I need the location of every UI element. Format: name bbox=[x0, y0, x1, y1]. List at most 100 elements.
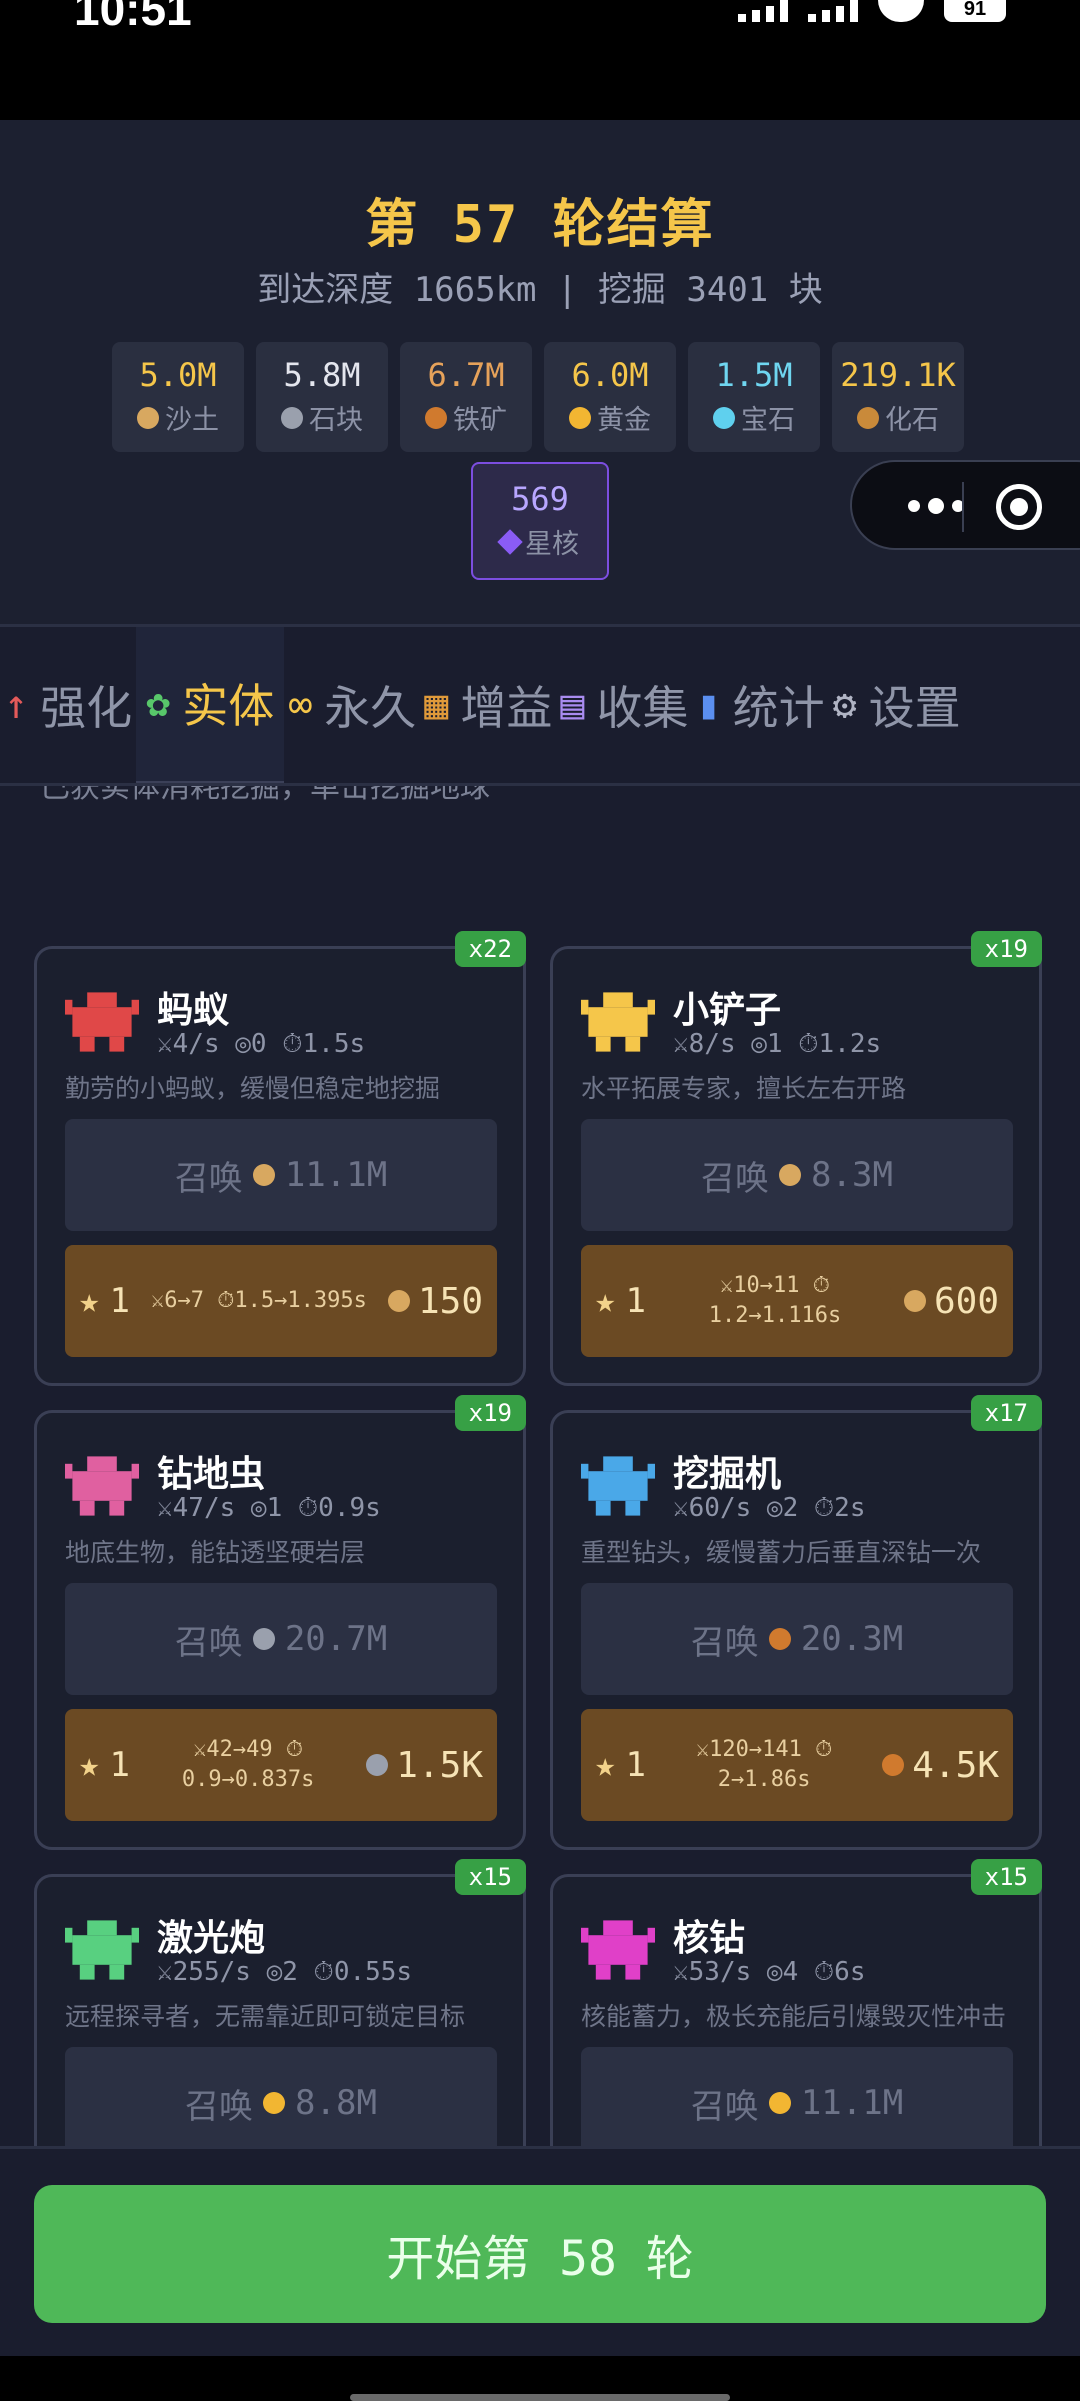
resource-icon bbox=[263, 2092, 286, 2114]
resource-1: 5.8M 石块 bbox=[256, 342, 388, 452]
footer: 开始第 58 轮 bbox=[0, 2146, 1080, 2356]
tab-1[interactable]: ✿ 实体 bbox=[136, 627, 285, 783]
infinity-icon: ∞ bbox=[288, 682, 313, 728]
signal-icon bbox=[738, 0, 788, 22]
entity-description: 重型钻头，缓慢蓄力后垂直深钻一次 bbox=[581, 1538, 982, 1567]
resource-icon bbox=[569, 406, 591, 429]
signal-2-icon bbox=[808, 0, 858, 22]
star-icon: ★ bbox=[79, 1281, 100, 1321]
entity-name: 核钻 bbox=[673, 1918, 746, 1959]
resource-label-text: 星核 bbox=[525, 529, 579, 560]
resource-value: 5.8M bbox=[283, 356, 361, 394]
entity-description: 水平拓展专家，擅长左右开路 bbox=[581, 1074, 907, 1103]
upgrade-cost-value: 150 bbox=[417, 1280, 483, 1322]
entity-name: 激光炮 bbox=[157, 1918, 266, 1959]
resource-icon bbox=[387, 1290, 410, 1312]
resource-label: 铁矿 bbox=[400, 398, 532, 437]
tab-label: 统计 bbox=[732, 681, 825, 735]
upgrade-button[interactable]: ★ 1 ⚔120→141 ⏱2→1.86s 4.5K bbox=[581, 1709, 1013, 1821]
upgrade-level: 1 bbox=[109, 1281, 130, 1321]
more-button[interactable] bbox=[908, 498, 964, 514]
tab-5[interactable]: ▮ 统计 bbox=[692, 627, 828, 783]
upgrade-button[interactable]: ★ 1 ⚔6→7 ⏱1.5→1.395s 150 bbox=[65, 1245, 497, 1357]
summon-cost: 11.1M bbox=[284, 1155, 388, 1195]
resource-value: 1.5M bbox=[715, 356, 793, 394]
resource-label: 沙土 bbox=[112, 398, 244, 437]
summon-label: 召唤 bbox=[690, 1622, 759, 1663]
entity-description: 地底生物，能钻透坚硬岩层 bbox=[65, 1538, 366, 1567]
gear-flower-icon: ✿ bbox=[146, 679, 171, 726]
entity-name: 钻地虫 bbox=[157, 1454, 266, 1495]
upgrade-cost: 1.5K bbox=[366, 1745, 483, 1786]
wifi-icon bbox=[878, 0, 924, 22]
battery-icon: 91 bbox=[944, 0, 1006, 22]
entity-name: 蚂蚁 bbox=[157, 990, 230, 1031]
settings-icon: ⚙ bbox=[832, 682, 857, 728]
summon-button[interactable]: 召唤 11.1M bbox=[581, 2047, 1013, 2146]
resource-value: 6.7M bbox=[427, 356, 505, 394]
count-badge: x15 bbox=[454, 1859, 526, 1895]
tab-label: 增益 bbox=[460, 681, 553, 735]
upgrade-button[interactable]: ★ 1 ⚔42→49 ⏱ 0.9→0.837s 1.5K bbox=[65, 1709, 497, 1821]
star-icon: ★ bbox=[79, 1745, 100, 1785]
resource-label-text: 黄金 bbox=[597, 405, 651, 436]
round-subtitle: 到达深度 1665km | 挖掘 3401 块 bbox=[257, 270, 823, 310]
tab-label: 永久 bbox=[324, 681, 417, 735]
summon-button[interactable]: 召唤 11.1M bbox=[65, 1119, 497, 1231]
summon-label: 召唤 bbox=[174, 1622, 243, 1663]
tab-4[interactable]: ▤ 收集 bbox=[556, 627, 692, 783]
entity-stats: ⚔60/s ◎2 ⏱2s bbox=[673, 1493, 866, 1523]
entity-stats: ⚔8/s ◎1 ⏱1.2s bbox=[673, 1029, 882, 1059]
entity-card: x19 小铲子 ⚔8/s ◎1 ⏱1.2s 水平拓展专家，擅长左右开路 召唤 8.3M ★ 1… bbox=[550, 931, 1042, 1386]
resource-core: 569 星核 bbox=[471, 462, 609, 580]
summon-button[interactable]: 召唤 8.8M bbox=[65, 2047, 497, 2146]
summon-label: 召唤 bbox=[701, 1158, 770, 1199]
resource-icon bbox=[882, 1754, 905, 1776]
resource-label: 石块 bbox=[256, 398, 388, 437]
resource-label: 黄金 bbox=[544, 398, 676, 437]
tab-6[interactable]: ⚙ 设置 bbox=[829, 627, 965, 783]
upgrade-cost-value: 1.5K bbox=[396, 1744, 483, 1786]
resource-icon bbox=[425, 406, 447, 429]
tab-0[interactable]: ↑ 强化 bbox=[0, 627, 136, 783]
count-badge: x15 bbox=[970, 1859, 1042, 1895]
tab-label: 设置 bbox=[868, 681, 961, 735]
count-badge: x22 bbox=[454, 931, 526, 967]
app-screen: 第 57 轮结算 到达深度 1665km | 挖掘 3401 块 5.0M 沙土 5… bbox=[0, 120, 1080, 2356]
upgrade-cost: 150 bbox=[387, 1280, 483, 1322]
upgrade-button[interactable]: ★ 1 ⚔10→11 ⏱1.2→1.116s 600 bbox=[581, 1245, 1013, 1357]
tab-3[interactable]: ▦ 增益 bbox=[420, 627, 556, 783]
round-summary-header: 第 57 轮结算 到达深度 1665km | 挖掘 3401 块 5.0M 沙土 5… bbox=[0, 120, 1080, 624]
entity-stats: ⚔255/s ◎2 ⏱0.55s bbox=[157, 1957, 413, 1987]
status-time: 10:51 bbox=[74, 0, 192, 35]
resource-icon bbox=[857, 406, 879, 429]
summon-button[interactable]: 召唤 20.3M bbox=[581, 1583, 1013, 1695]
resource-icon bbox=[713, 406, 735, 429]
tab-2[interactable]: ∞ 永久 bbox=[284, 627, 420, 783]
resource-icon bbox=[366, 1754, 389, 1776]
home-indicator[interactable] bbox=[350, 2394, 730, 2401]
star-icon: ★ bbox=[595, 1745, 616, 1785]
summon-button[interactable]: 召唤 8.3M bbox=[581, 1119, 1013, 1231]
entity-stats: ⚔47/s ◎1 ⏱0.9s bbox=[157, 1493, 381, 1523]
upgrade-effect: ⚔42→49 ⏱ 0.9→0.837s bbox=[181, 1737, 315, 1792]
entity-name: 小铲子 bbox=[673, 990, 782, 1031]
summon-cost: 11.1M bbox=[800, 2083, 904, 2123]
upgrade-level: 1 bbox=[625, 1281, 646, 1321]
excavator-icon bbox=[581, 1456, 655, 1516]
book-icon: ▤ bbox=[560, 682, 585, 728]
resource-4: 1.5M 宝石 bbox=[688, 342, 820, 452]
entity-description: 远程探寻者，无需靠近即可锁定目标 bbox=[65, 2002, 466, 2031]
resource-icon bbox=[252, 1164, 275, 1186]
entity-card: x22 蚂蚁 ⚔4/s ◎0 ⏱1.5s 勤劳的小蚂蚁，缓慢但稳定地挖掘 召唤 11.1M… bbox=[34, 931, 526, 1386]
start-next-round-button[interactable]: 开始第 58 轮 bbox=[34, 2185, 1046, 2323]
summon-cost: 8.3M bbox=[811, 1155, 893, 1195]
arrow-up-icon: ↑ bbox=[4, 682, 29, 728]
close-target-button[interactable] bbox=[996, 484, 1042, 530]
summon-button[interactable]: 召唤 20.7M bbox=[65, 1583, 497, 1695]
entity-stats: ⚔4/s ◎0 ⏱1.5s bbox=[157, 1029, 366, 1059]
resource-value: 569 bbox=[511, 480, 569, 518]
entity-name: 挖掘机 bbox=[673, 1454, 782, 1495]
summon-label: 召唤 bbox=[690, 2086, 759, 2127]
upgrade-effect: ⚔120→141 ⏱2→1.86s bbox=[695, 1737, 833, 1792]
